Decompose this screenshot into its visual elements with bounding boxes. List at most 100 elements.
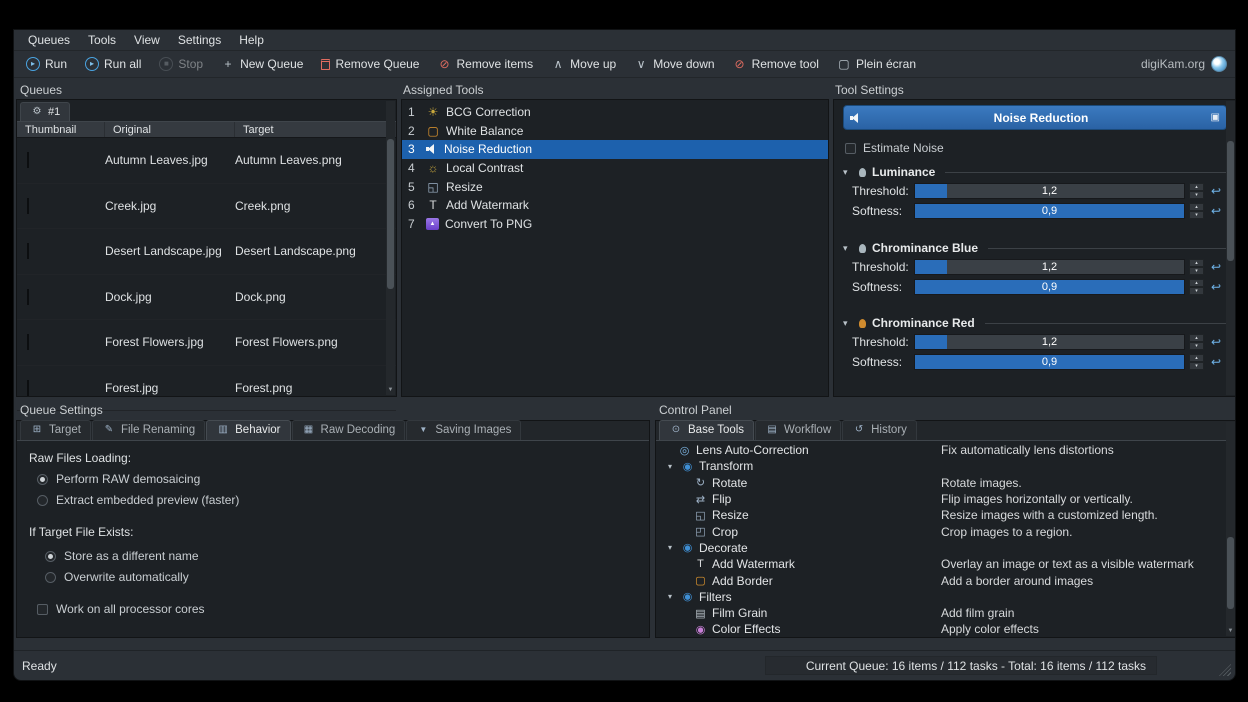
resize-grip[interactable]: [1219, 664, 1231, 676]
expand-arrow-icon[interactable]: ▾: [664, 543, 676, 552]
reset-icon[interactable]: ↩: [1211, 355, 1221, 369]
checkbox-all-processor-cores[interactable]: Work on all processor cores: [37, 602, 649, 616]
expand-arrow-icon[interactable]: ▾: [664, 592, 676, 601]
radio-extract-embedded-preview[interactable]: Extract embedded preview (faster): [37, 493, 649, 507]
banner-menu-icon[interactable]: ▣: [1211, 112, 1220, 123]
move-down-button[interactable]: ∨ Move down: [630, 55, 718, 73]
spin-up-icon[interactable]: ▴: [1189, 334, 1204, 342]
control-panel-scrollbar[interactable]: ▼: [1226, 422, 1235, 636]
spin-down-icon[interactable]: ▾: [1189, 211, 1204, 219]
tool-item-rotate[interactable]: ↻ Rotate Rotate images.: [658, 475, 1225, 491]
table-row[interactable]: Forest Flowers.jpg Forest Flowers.png: [17, 320, 396, 366]
menu-settings[interactable]: Settings: [170, 31, 229, 49]
radio-overwrite-automatically[interactable]: Overwrite automatically: [45, 570, 649, 584]
menu-queues[interactable]: Queues: [20, 31, 78, 49]
threshold-slider[interactable]: 1,2: [914, 183, 1185, 199]
softness-slider[interactable]: 0,9: [914, 203, 1185, 219]
tool-item-flip[interactable]: ⇄ Flip Flip images horizontally or verti…: [658, 491, 1225, 507]
threshold-slider[interactable]: 1,2: [914, 259, 1185, 275]
spin-up-icon[interactable]: ▴: [1189, 203, 1204, 211]
remove-queue-button[interactable]: Remove Queue: [317, 55, 423, 73]
remove-items-button[interactable]: ⊘ Remove items: [433, 55, 537, 73]
softness-slider[interactable]: 0,9: [914, 279, 1185, 295]
assigned-tool-row[interactable]: 1 ☀ BCG Correction: [402, 103, 828, 122]
spin-up-icon[interactable]: ▴: [1189, 279, 1204, 287]
menu-view[interactable]: View: [126, 31, 168, 49]
group-filters[interactable]: ▾ ◉ Filters: [658, 589, 1225, 605]
threshold-spinner[interactable]: ▴ ▾: [1189, 183, 1204, 199]
collapse-icon[interactable]: ▾: [843, 167, 853, 178]
spin-down-icon[interactable]: ▾: [1189, 342, 1204, 350]
remove-tool-button[interactable]: ⊘ Remove tool: [729, 55, 823, 73]
expand-arrow-icon[interactable]: ▾: [664, 462, 676, 471]
scrollbar-handle[interactable]: [387, 139, 394, 289]
reset-icon[interactable]: ↩: [1211, 280, 1221, 294]
assigned-tool-row[interactable]: 5 ◱ Resize: [402, 177, 828, 196]
spin-up-icon[interactable]: ▴: [1189, 183, 1204, 191]
scrollbar-handle[interactable]: [1227, 141, 1234, 261]
softness-spinner[interactable]: ▴ ▾: [1189, 279, 1204, 295]
tab-history[interactable]: ↺ History: [842, 420, 917, 440]
scroll-down-icon[interactable]: ▼: [386, 385, 395, 395]
menu-help[interactable]: Help: [231, 31, 272, 49]
softness-slider[interactable]: 0,9: [914, 354, 1185, 370]
scrollbar-handle[interactable]: [1227, 537, 1234, 609]
tab-behavior[interactable]: ▥ Behavior: [206, 420, 290, 440]
new-queue-button[interactable]: + New Queue: [217, 55, 307, 73]
estimate-noise-checkbox[interactable]: [845, 143, 856, 154]
tool-item-add-watermark[interactable]: T Add Watermark Overlay an image or text…: [658, 556, 1225, 572]
table-row[interactable]: Autumn Leaves.jpg Autumn Leaves.png: [17, 138, 396, 184]
radio-button[interactable]: [45, 572, 56, 583]
assigned-tool-row[interactable]: 4 ☼ Local Contrast: [402, 159, 828, 178]
tool-item-color-effects[interactable]: ◉ Color Effects Apply color effects: [658, 621, 1225, 636]
tab-raw-decoding[interactable]: ▦ Raw Decoding: [292, 420, 406, 440]
threshold-slider[interactable]: 1,2: [914, 334, 1185, 350]
threshold-spinner[interactable]: ▴ ▾: [1189, 259, 1204, 275]
column-target[interactable]: Target: [235, 122, 396, 137]
assigned-tool-row[interactable]: 6 T Add Watermark: [402, 196, 828, 215]
reset-icon[interactable]: ↩: [1211, 335, 1221, 349]
column-thumbnail[interactable]: Thumbnail: [17, 122, 105, 137]
menu-tools[interactable]: Tools: [80, 31, 124, 49]
queues-scrollbar[interactable]: ▼: [386, 101, 395, 395]
move-up-button[interactable]: ∧ Move up: [547, 55, 620, 73]
reset-icon[interactable]: ↩: [1211, 184, 1221, 198]
group-decorate[interactable]: ▾ ◉ Decorate: [658, 540, 1225, 556]
tab-base-tools[interactable]: ⊙ Base Tools: [659, 420, 754, 440]
radio-button[interactable]: [37, 474, 48, 485]
fullscreen-button[interactable]: ▢ Plein écran: [833, 55, 920, 73]
spin-down-icon[interactable]: ▾: [1189, 362, 1204, 370]
section-luminance[interactable]: ▾ Luminance: [843, 165, 1227, 179]
threshold-spinner[interactable]: ▴ ▾: [1189, 334, 1204, 350]
spin-down-icon[interactable]: ▾: [1189, 287, 1204, 295]
tool-item-film-grain[interactable]: ▤ Film Grain Add film grain: [658, 605, 1225, 621]
tab-target[interactable]: ⊞ Target: [20, 420, 91, 440]
tool-item-resize[interactable]: ◱ Resize Resize images with a customized…: [658, 507, 1225, 523]
softness-spinner[interactable]: ▴ ▾: [1189, 354, 1204, 370]
reset-icon[interactable]: ↩: [1211, 260, 1221, 274]
table-row[interactable]: Desert Landscape.jpg Desert Landscape.pn…: [17, 229, 396, 275]
collapse-icon[interactable]: ▾: [843, 243, 853, 254]
assigned-tool-row[interactable]: 7 ▲ Convert To PNG: [402, 215, 828, 234]
spin-up-icon[interactable]: ▴: [1189, 259, 1204, 267]
section-chrominance-red[interactable]: ▾ Chrominance Red: [843, 316, 1227, 330]
radio-perform-raw-demosaicing[interactable]: Perform RAW demosaicing: [37, 472, 649, 486]
estimate-noise-row[interactable]: Estimate Noise: [845, 141, 1236, 155]
run-button[interactable]: ▸ Run: [22, 55, 71, 73]
scroll-down-icon[interactable]: ▼: [1226, 626, 1235, 636]
spin-up-icon[interactable]: ▴: [1189, 354, 1204, 362]
run-all-button[interactable]: ▸ Run all: [81, 55, 145, 73]
table-row[interactable]: Dock.jpg Dock.png: [17, 275, 396, 321]
tool-item-lens-auto-correction[interactable]: ◎ Lens Auto-Correction Fix automatically…: [658, 442, 1225, 458]
radio-store-different-name[interactable]: Store as a different name: [45, 549, 649, 563]
assigned-tool-row[interactable]: 2 ▢ White Balance: [402, 122, 828, 141]
collapse-icon[interactable]: ▾: [843, 318, 853, 329]
group-transform[interactable]: ▾ ◉ Transform: [658, 458, 1225, 474]
softness-spinner[interactable]: ▴ ▾: [1189, 203, 1204, 219]
assigned-tool-row-selected[interactable]: 3 Noise Reduction: [402, 140, 828, 159]
tab-file-renaming[interactable]: ✎ File Renaming: [92, 420, 205, 440]
radio-button[interactable]: [45, 551, 56, 562]
reset-icon[interactable]: ↩: [1211, 204, 1221, 218]
section-chrominance-blue[interactable]: ▾ Chrominance Blue: [843, 241, 1227, 255]
spin-down-icon[interactable]: ▾: [1189, 267, 1204, 275]
